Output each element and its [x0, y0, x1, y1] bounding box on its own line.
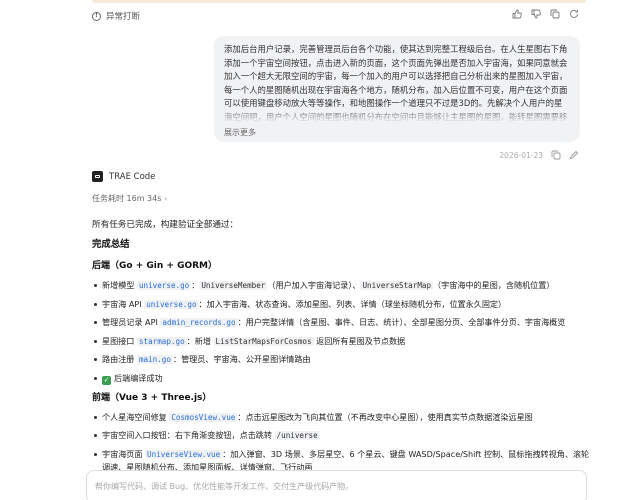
list-item: 宇宙海 API universe.go ：加入宇宙海、状态查询、添加星图、列表、详…: [92, 298, 592, 311]
thumbs-down-icon[interactable]: [531, 9, 541, 19]
abort-status: ! 异常打断: [92, 10, 140, 22]
response-intro: 所有任务已完成，构建验证全部通过：: [92, 220, 239, 230]
user-message-bubble: 添加后台用户记录，完善管理员后台各个功能，使其达到完整工程级后台。在人生星图右下…: [214, 36, 580, 142]
user-message-time: 2026-01-23: [499, 150, 543, 160]
warning-circle-icon: !: [92, 11, 101, 21]
file-link[interactable]: main.go: [136, 355, 173, 364]
backend-list: 新增模型 universe.go： UniverseMember （用户加入宇宙海记…: [92, 279, 592, 385]
inline-code: /universe: [274, 431, 320, 440]
list-item: 新增模型 universe.go： UniverseMember （用户加入宇宙海记…: [92, 279, 592, 292]
trae-logo-icon: [92, 171, 103, 182]
task-duration-toggle[interactable]: 任务耗时 16m 34s ›: [92, 193, 167, 204]
user-message-text: 添加后台用户记录，完善管理员后台各个功能，使其达到完整工程级后台。在人生星图右下…: [224, 43, 570, 123]
top-status-strip: [92, 0, 586, 3]
list-item: 路由注册 main.go ：管理员、宇宙海、公开星图详情路由: [92, 353, 592, 366]
assistant-response: 所有任务已完成，构建验证全部通过： 完成总结 后端（Go + Gin + GOR…: [92, 219, 592, 480]
task-duration: 任务耗时 16m 34s: [92, 194, 162, 203]
list-item: 宇宙海页面 UniverseView.vue ：加入弹窗、3D 场景、多层星空、6…: [92, 448, 592, 473]
list-item: 宇宙空间入口按钮：右下角渐变按钮，点击跳转 /universe: [92, 429, 592, 442]
agent-header: TRAE Code: [92, 171, 155, 182]
frontend-heading: 前端（Vue 3 + Three.js）: [92, 392, 212, 403]
list-item: 管理员记录 API admin_records.go ：用户完整详情（含星图、事件…: [92, 316, 592, 329]
thumbs-up-icon[interactable]: [512, 9, 522, 19]
checkmark-icon: ✓: [102, 375, 111, 385]
file-link[interactable]: CosmosView.vue: [169, 412, 238, 422]
show-more-link[interactable]: 展示更多: [224, 127, 570, 138]
chevron-right-icon: ›: [164, 194, 168, 203]
file-link[interactable]: starmap.go: [136, 336, 187, 346]
agent-name: TRAE Code: [109, 171, 156, 182]
edit-icon[interactable]: [569, 150, 579, 160]
user-message-meta: 2026-01-23: [499, 150, 579, 160]
frontend-list: 个人星海空间修复 CosmosView.vue ：点击远星图改为飞向其位置（不再改…: [92, 411, 592, 473]
file-link[interactable]: admin_records.go: [160, 318, 238, 327]
refresh-icon[interactable]: [569, 9, 579, 19]
list-item: 星图接口 starmap.go ：新增 ListStarMapsForCosmos…: [92, 335, 592, 348]
file-link[interactable]: universe.go: [144, 299, 199, 309]
copy-icon[interactable]: [550, 9, 560, 19]
summary-heading: 完成总结: [92, 239, 130, 250]
file-link[interactable]: UniverseView.vue: [145, 449, 223, 459]
inline-code: UniverseStarMap: [360, 281, 434, 290]
list-item: ✓ 后端编译成功: [92, 372, 592, 385]
copy-icon[interactable]: [551, 150, 561, 160]
message-actions: [512, 9, 579, 19]
file-link[interactable]: universe.go: [136, 281, 192, 290]
chat-input-box[interactable]: [86, 470, 587, 500]
inline-code: ListStarMapsForCosmos: [213, 336, 314, 346]
chat-input[interactable]: [95, 482, 578, 491]
backend-heading: 后端（Go + Gin + GORM）: [92, 261, 217, 271]
list-item: 个人星海空间修复 CosmosView.vue ：点击远星图改为飞向其位置（不再改…: [92, 411, 592, 424]
inline-code: UniverseMember: [199, 281, 268, 290]
abort-label: 异常打断: [106, 12, 141, 22]
